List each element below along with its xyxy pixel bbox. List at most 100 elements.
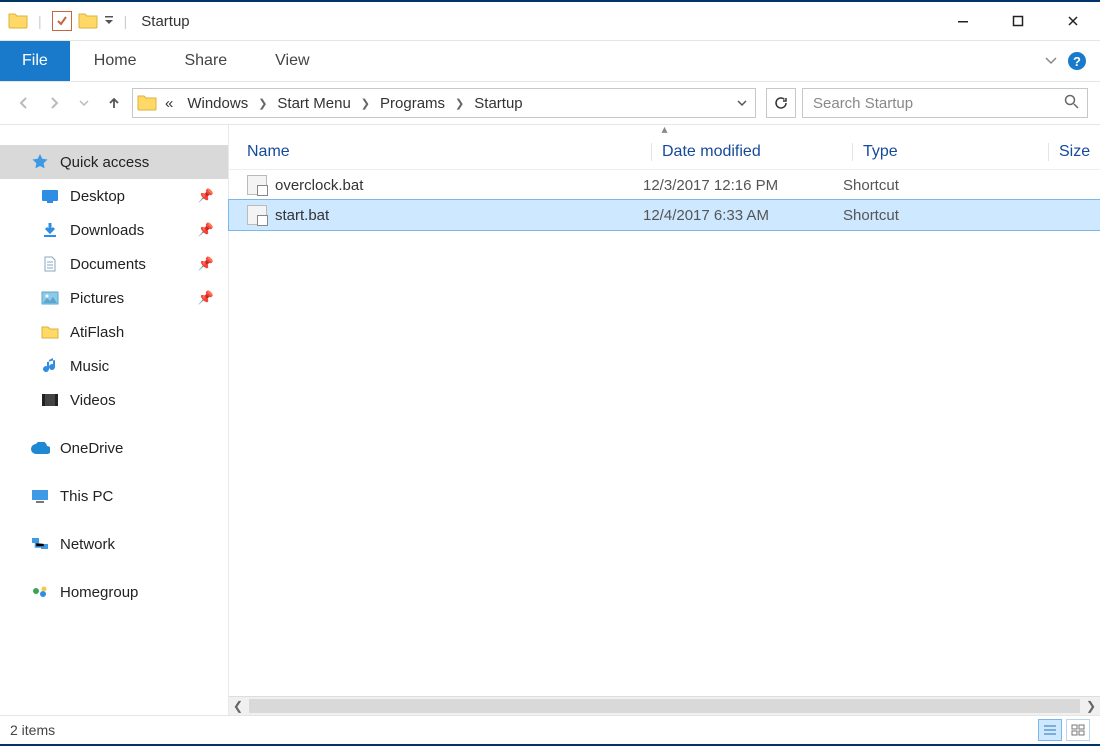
file-date: 12/4/2017 6:33 AM [633, 207, 833, 224]
navigation-bar: « Windows ❯ Start Menu ❯ Programs ❯ Star… [0, 82, 1100, 125]
qat-customize-icon[interactable] [104, 15, 114, 27]
address-bar[interactable]: « Windows ❯ Start Menu ❯ Programs ❯ Star… [132, 88, 756, 118]
sidebar-item-label: OneDrive [60, 440, 123, 457]
pin-icon: 📌 [198, 188, 214, 204]
pin-icon: 📌 [198, 256, 214, 272]
breadcrumb[interactable]: Windows [181, 95, 254, 112]
sidebar-item-label: Network [60, 536, 115, 553]
sidebar-item-music[interactable]: Music [0, 349, 228, 383]
sidebar-item-desktop[interactable]: Desktop 📌 [0, 179, 228, 213]
sidebar-item-label: Quick access [60, 154, 149, 171]
scroll-right-icon[interactable]: ❯ [1082, 699, 1100, 713]
tab-share[interactable]: Share [160, 41, 251, 81]
statusbar: 2 items [0, 715, 1100, 744]
folder-icon [8, 11, 28, 32]
sidebar-item-downloads[interactable]: Downloads 📌 [0, 213, 228, 247]
column-header-size[interactable]: Size [1048, 143, 1100, 161]
minimize-button[interactable] [935, 2, 990, 40]
back-button[interactable] [12, 95, 36, 111]
sidebar-item-onedrive[interactable]: OneDrive [0, 431, 228, 465]
breadcrumb[interactable]: Start Menu [271, 95, 356, 112]
sidebar-item-label: AtiFlash [70, 324, 124, 341]
sidebar-item-this-pc[interactable]: This PC [0, 479, 228, 513]
body: Quick access Desktop 📌 Downloads 📌 [0, 125, 1100, 715]
ribbon-expand-icon[interactable] [1044, 53, 1058, 70]
sidebar-item-label: Music [70, 358, 109, 375]
scroll-track[interactable] [249, 699, 1080, 713]
refresh-button[interactable] [766, 88, 796, 118]
downloads-icon [40, 222, 60, 238]
recent-locations-icon[interactable] [72, 98, 96, 108]
column-header-date[interactable]: Date modified [651, 143, 852, 161]
breadcrumb[interactable]: Startup [468, 95, 528, 112]
chevron-right-icon[interactable]: ❯ [359, 97, 372, 110]
sidebar-item-videos[interactable]: Videos [0, 383, 228, 417]
file-name: overclock.bat [275, 177, 363, 194]
breadcrumb-overflow[interactable]: « [159, 95, 179, 112]
separator: | [124, 13, 128, 29]
network-icon [30, 537, 50, 552]
navigation-pane: Quick access Desktop 📌 Downloads 📌 [0, 125, 229, 715]
documents-icon [40, 256, 60, 272]
file-date: 12/3/2017 12:16 PM [633, 177, 833, 194]
chevron-right-icon[interactable]: ❯ [256, 97, 269, 110]
column-header-type[interactable]: Type [852, 143, 1048, 161]
desktop-icon [40, 189, 60, 203]
music-icon [40, 358, 60, 374]
view-toggle [1038, 719, 1090, 741]
sidebar-item-documents[interactable]: Documents 📌 [0, 247, 228, 281]
sidebar-item-label: This PC [60, 488, 113, 505]
scroll-left-icon[interactable]: ❮ [229, 699, 247, 713]
window-controls [935, 2, 1100, 40]
tab-home[interactable]: Home [70, 41, 161, 81]
properties-icon[interactable] [52, 11, 72, 31]
sidebar-item-pictures[interactable]: Pictures 📌 [0, 281, 228, 315]
file-list-area: ▴ Name Date modified Type Size overclock… [229, 125, 1100, 715]
sidebar-item-homegroup[interactable]: Homegroup [0, 575, 228, 609]
star-icon [30, 153, 50, 171]
separator: | [38, 13, 42, 29]
breadcrumb[interactable]: Programs [374, 95, 451, 112]
search-box[interactable] [802, 88, 1088, 118]
pin-icon: 📌 [198, 222, 214, 238]
window-title: Startup [141, 13, 189, 30]
quick-access-toolbar: | | [0, 11, 131, 32]
homegroup-icon [30, 585, 50, 600]
up-button[interactable] [102, 95, 126, 111]
horizontal-scrollbar[interactable]: ❮ ❯ [229, 696, 1100, 715]
search-input[interactable] [811, 94, 1056, 113]
sidebar-item-quick-access[interactable]: Quick access [0, 145, 228, 179]
close-button[interactable] [1045, 2, 1100, 40]
address-dropdown-icon[interactable] [737, 95, 747, 111]
new-folder-icon[interactable] [78, 11, 98, 32]
sidebar-item-label: Pictures [70, 290, 124, 307]
sidebar-item-label: Videos [70, 392, 116, 409]
sidebar-item-label: Desktop [70, 188, 125, 205]
pin-icon: 📌 [198, 290, 214, 306]
file-row[interactable]: start.bat 12/4/2017 6:33 AM Shortcut [229, 200, 1100, 230]
tab-view[interactable]: View [251, 41, 333, 81]
maximize-button[interactable] [990, 2, 1045, 40]
chevron-right-icon[interactable]: ❯ [453, 97, 466, 110]
view-thumbnails-button[interactable] [1066, 719, 1090, 741]
help-icon[interactable]: ? [1068, 52, 1086, 70]
sidebar-item-network[interactable]: Network [0, 527, 228, 561]
status-text: 2 items [10, 722, 55, 738]
forward-button[interactable] [42, 95, 66, 111]
file-type: Shortcut [833, 207, 1028, 224]
pictures-icon [40, 291, 60, 305]
file-tab[interactable]: File [0, 41, 70, 81]
view-details-button[interactable] [1038, 719, 1062, 741]
sidebar-item-atiflash[interactable]: AtiFlash [0, 315, 228, 349]
sidebar-item-label: Documents [70, 256, 146, 273]
search-icon[interactable] [1064, 94, 1079, 112]
sidebar-item-label: Downloads [70, 222, 144, 239]
address-folder-icon [137, 93, 157, 114]
file-row[interactable]: overclock.bat 12/3/2017 12:16 PM Shortcu… [229, 170, 1100, 200]
videos-icon [40, 393, 60, 407]
sidebar-item-label: Homegroup [60, 584, 138, 601]
onedrive-icon [30, 442, 50, 455]
thispc-icon [30, 489, 50, 504]
ribbon-tabs: File Home Share View ? [0, 41, 1100, 82]
column-header-name[interactable]: Name [229, 143, 651, 161]
